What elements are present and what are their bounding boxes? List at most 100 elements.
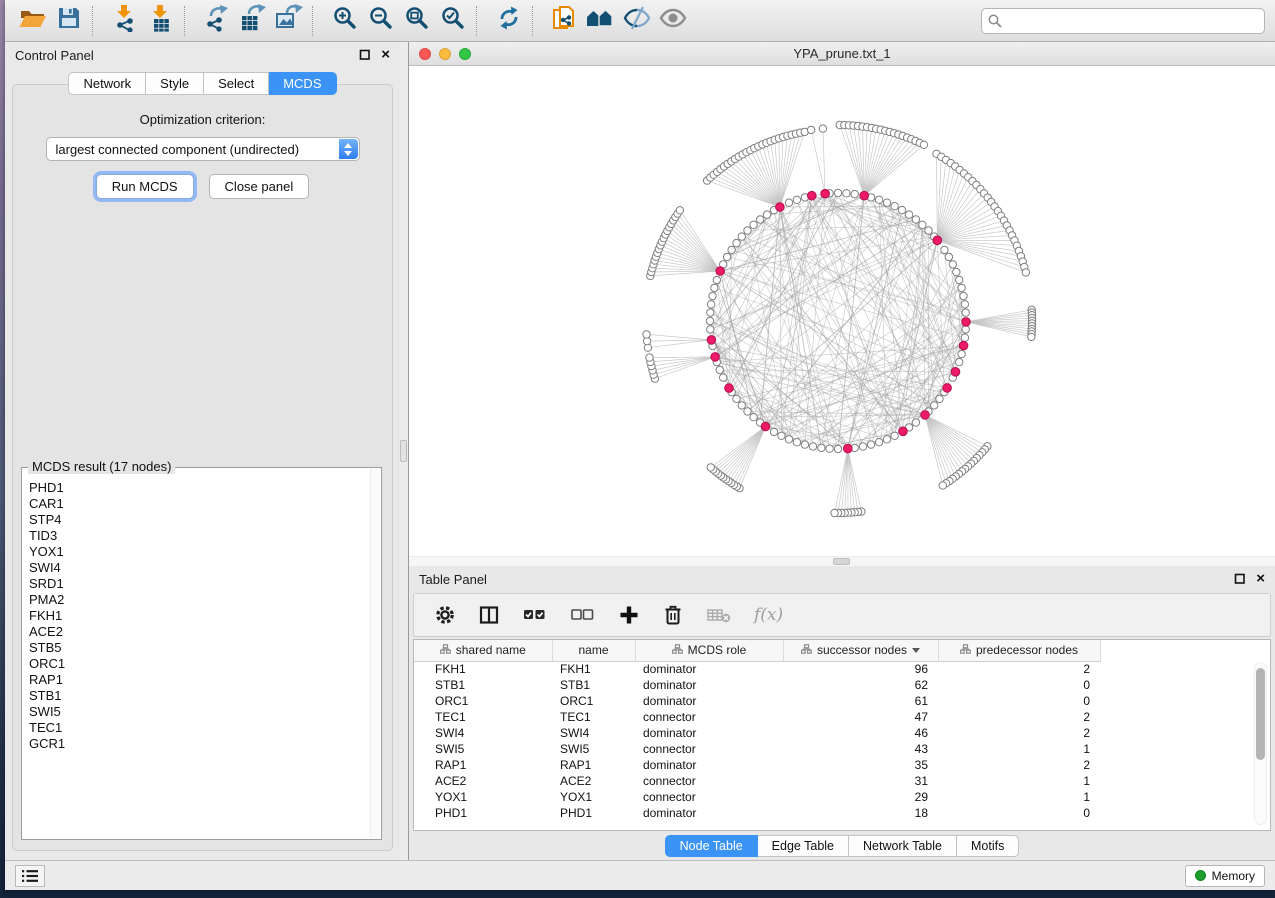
tab-network-table[interactable]: Network Table (849, 835, 957, 857)
mcds-result-item[interactable]: FKH1 (29, 608, 368, 624)
cell[interactable]: 18 (783, 805, 938, 821)
graph-node[interactable] (961, 301, 968, 308)
cell[interactable]: ORC1 (414, 693, 552, 709)
graph-node[interactable] (750, 221, 757, 228)
float-panel-icon[interactable] (1234, 573, 1246, 585)
graph-edge[interactable] (716, 427, 766, 472)
graph-node[interactable] (851, 190, 858, 197)
cell[interactable]: RAP1 (552, 757, 635, 773)
graph-edge[interactable] (937, 154, 938, 241)
cell[interactable]: SWI4 (552, 725, 635, 741)
graph-node[interactable] (891, 432, 898, 439)
graph-edge[interactable] (740, 427, 766, 489)
graph-node[interactable] (707, 326, 714, 333)
task-history-button[interactable] (15, 865, 45, 887)
graph-edge[interactable] (660, 245, 720, 271)
cell[interactable]: TEC1 (552, 709, 635, 725)
graph-node[interactable] (936, 395, 943, 402)
tab-edge-table[interactable]: Edge Table (758, 835, 849, 857)
graph-edge[interactable] (937, 198, 987, 241)
mcds-result-item[interactable]: STB5 (29, 640, 368, 656)
graph-node[interactable] (826, 445, 833, 452)
cell[interactable]: 62 (783, 677, 938, 693)
graph-edge[interactable] (711, 340, 774, 432)
graph-node[interactable] (738, 402, 745, 409)
memory-button[interactable]: Memory (1185, 865, 1265, 887)
zoom-in-button[interactable] (327, 4, 363, 38)
network-canvas[interactable] (409, 66, 1275, 556)
table-row[interactable]: ACE2ACE2connector311 (414, 773, 1100, 789)
deselect-all-button[interactable] (570, 604, 596, 626)
cell[interactable]: 1 (938, 773, 1100, 789)
graph-node[interactable] (958, 350, 965, 357)
tab-node-table[interactable]: Node Table (665, 835, 758, 857)
cell[interactable]: 2 (938, 661, 1100, 677)
dominator-node[interactable] (921, 411, 930, 420)
cell[interactable]: STB1 (414, 677, 552, 693)
table-row[interactable]: YOX1YOX1connector291 (414, 789, 1100, 805)
graph-node[interactable] (733, 239, 740, 246)
dominator-node[interactable] (844, 444, 853, 453)
graph-node[interactable] (883, 436, 890, 443)
graph-node[interactable] (646, 354, 653, 361)
refresh-button[interactable] (491, 4, 527, 38)
cell[interactable]: FKH1 (552, 661, 635, 677)
graph-node[interactable] (891, 203, 898, 210)
graph-edge[interactable] (937, 170, 959, 240)
graph-node[interactable] (785, 436, 792, 443)
tab-network[interactable]: Network (68, 72, 146, 95)
import-table-button[interactable] (143, 4, 179, 38)
cell[interactable]: STB1 (552, 677, 635, 693)
cell[interactable]: SWI5 (414, 741, 552, 757)
table-scrollbar[interactable] (1254, 662, 1267, 825)
mcds-result-item[interactable]: SWI4 (29, 560, 368, 576)
graph-node[interactable] (738, 233, 745, 240)
graph-node[interactable] (707, 464, 714, 471)
graph-node[interactable] (1022, 269, 1029, 276)
graph-node[interactable] (793, 196, 800, 203)
graph-node[interactable] (728, 246, 735, 253)
mcds-result-item[interactable]: GCR1 (29, 736, 368, 752)
cell[interactable]: RAP1 (414, 757, 552, 773)
import-network-button[interactable] (107, 4, 143, 38)
graph-edge[interactable] (711, 427, 766, 468)
open-session-button[interactable] (15, 4, 51, 38)
window-zoom-icon[interactable] (459, 48, 471, 60)
cell[interactable]: 29 (783, 789, 938, 805)
cell[interactable]: 2 (938, 709, 1100, 725)
graph-node[interactable] (949, 261, 956, 268)
dominator-node[interactable] (711, 353, 720, 362)
network-graph[interactable] (409, 66, 1275, 556)
float-panel-icon[interactable] (359, 49, 371, 61)
graph-edge[interactable] (841, 449, 847, 513)
table-row[interactable]: STB1STB1dominator620 (414, 677, 1100, 693)
graph-node[interactable] (750, 414, 757, 421)
duplicate-network-button[interactable] (547, 4, 583, 38)
graph-node[interactable] (920, 141, 927, 148)
cell[interactable]: connector (635, 709, 783, 725)
graph-node[interactable] (711, 284, 718, 291)
cell[interactable]: PHD1 (414, 805, 552, 821)
graph-node[interactable] (707, 309, 714, 316)
graph-node[interactable] (744, 227, 751, 234)
divider-grip-icon[interactable] (833, 558, 850, 565)
graph-node[interactable] (676, 207, 683, 214)
graph-node[interactable] (807, 126, 814, 133)
graph-node[interactable] (956, 358, 963, 365)
horizontal-split-divider[interactable] (409, 556, 1275, 566)
graph-edge[interactable] (729, 427, 766, 482)
close-panel-icon[interactable]: × (1256, 574, 1265, 584)
table-row[interactable]: SWI5SWI5connector431 (414, 741, 1100, 757)
zoom-selected-button[interactable] (435, 4, 471, 38)
table-row[interactable]: TEC1TEC1connector472 (414, 709, 1100, 725)
export-table-button[interactable] (235, 4, 271, 38)
graph-node[interactable] (809, 443, 816, 450)
window-close-icon[interactable] (419, 48, 431, 60)
graph-edge[interactable] (849, 125, 864, 195)
graph-node[interactable] (953, 268, 960, 275)
optimization-criterion-select[interactable]: largest connected component (undirected) (46, 137, 360, 161)
zoom-fit-button[interactable] (399, 4, 435, 38)
search-input[interactable] (981, 8, 1265, 34)
graph-node[interactable] (834, 445, 841, 452)
graph-edge[interactable] (864, 145, 924, 196)
